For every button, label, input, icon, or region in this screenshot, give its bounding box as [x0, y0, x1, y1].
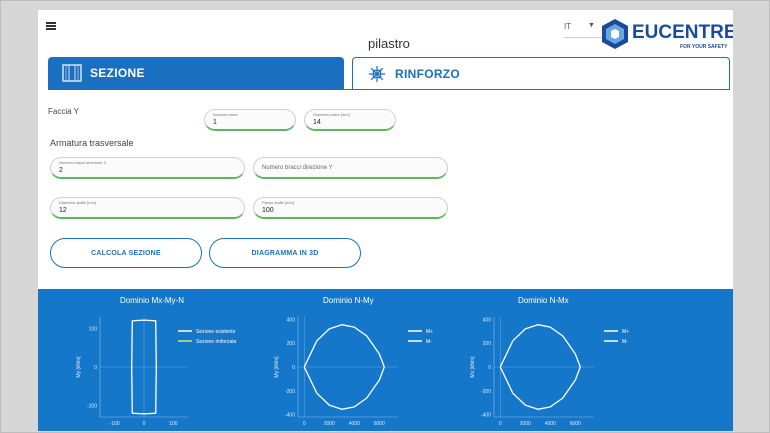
plot-2-legend-label-0: M+ [622, 329, 629, 335]
plot-1-x-tick-label: 0 [303, 421, 306, 427]
plot-1-x-tick-label: 2000 [324, 421, 335, 427]
language-select[interactable]: IT ▼ [564, 22, 602, 38]
diametro-barre-field[interactable]: Diametro barre [mm] 14 [304, 109, 396, 131]
plot-0-legend-label-1: Sezione rinforzata [196, 339, 237, 345]
tab-rinforzo[interactable]: RINFORZO [352, 57, 730, 89]
calcola-sezione-button[interactable]: CALCOLA SEZIONE [50, 238, 202, 268]
diametro-barre-label: Diametro barre [mm] [313, 112, 350, 117]
passo-staffe-label: Passo staffe [mm] [262, 200, 294, 205]
plot-2-y-axis-label: Mx [kNm] [470, 356, 476, 378]
plot-2-series-1-line [499, 366, 581, 410]
plot-0-x-tick-label: 100 [169, 421, 178, 427]
diametro-staffe-label: Diametro staffe [mm] [59, 200, 97, 205]
plot-1-y-tick-label: 200 [287, 341, 296, 347]
plot-0-x-tick-label: 0 [143, 421, 146, 427]
numero-barre-field[interactable]: Numero barre 1 [204, 109, 296, 131]
plot-2-x-tick-label: 4000 [545, 421, 556, 427]
bracci-x-label: Numero bracci direzione X [59, 160, 107, 165]
tab-sezione-label: SEZIONE [90, 66, 145, 80]
diametro-barre-value: 14 [313, 119, 321, 126]
bracci-x-value: 2 [59, 167, 63, 174]
passo-staffe-value: 100 [262, 207, 274, 214]
plot-0-legend-label-0: Sezione esistente [196, 329, 236, 335]
plot-2-y-tick-label: 0 [488, 365, 491, 371]
plot-1-y-tick-label: -400 [285, 413, 295, 419]
plots-panel: Dominio Mx-My-N Dominio N-My Dominio N-M… [38, 289, 733, 431]
eucentre-logo: EUCENTRE FOR YOUR SAFETY [600, 16, 733, 58]
passo-staffe-field[interactable]: Passo staffe [mm] 100 [253, 197, 448, 219]
plot-1-series-0-line [303, 324, 385, 368]
plot-1-y-tick-label: 0 [292, 365, 295, 371]
app-window: pilastro IT ▼ EUCENTRE FOR YOUR SAFETY S… [38, 10, 733, 431]
plot-2-series-0-line [499, 324, 581, 368]
plot-1-x-tick-label: 4000 [349, 421, 360, 427]
diametro-staffe-field[interactable]: Diametro staffe [mm] 12 [50, 197, 245, 219]
bracci-y-placeholder: Numero bracci direzione Y [262, 165, 333, 171]
diagramma-3d-button[interactable]: DIAGRAMMA IN 3D [209, 238, 361, 268]
plot-0-y-tick-label: 0 [94, 365, 97, 371]
bracci-x-field[interactable]: Numero bracci direzione X 2 [50, 157, 245, 179]
plots-svg: -100 0 100 100 0 -100 My [kNm] Sezione esistent… [76, 317, 629, 427]
plot-1-legend-label-1: M- [426, 339, 432, 345]
language-value: IT [564, 22, 572, 31]
plot-2-legend-label-1: M- [622, 339, 628, 345]
numero-barre-value: 1 [213, 119, 217, 126]
plot-2-y-tick-label: -400 [481, 413, 491, 419]
plot-0-y-tick-label: 100 [89, 327, 98, 333]
plot-1-legend-label-0: M+ [426, 329, 433, 335]
diametro-staffe-value: 12 [59, 207, 67, 214]
bracci-y-field[interactable]: Numero bracci direzione Y [253, 157, 448, 179]
page-title: pilastro [368, 36, 410, 51]
plot-0-y-axis-label: My [kNm] [76, 356, 82, 378]
tab-divider [48, 89, 730, 90]
logo-tagline: FOR YOUR SAFETY [680, 44, 728, 50]
plot-1-y-axis-label: My [kNm] [274, 356, 280, 378]
plot-0-y-tick-label: -100 [87, 403, 97, 409]
reinforcement-snowflake-icon [368, 65, 386, 82]
faccia-label: Faccia Y [48, 107, 79, 116]
plot-1-series-1-line [303, 366, 385, 410]
plot-1-x-tick-label: 6000 [374, 421, 385, 427]
hamburger-menu-icon[interactable] [46, 22, 56, 30]
plot-2-y-tick-label: 400 [483, 317, 492, 323]
tab-sezione[interactable]: SEZIONE [48, 57, 344, 89]
section-grid-icon [62, 64, 82, 82]
plot-1-y-tick-label: -200 [285, 389, 295, 395]
numero-barre-label: Numero barre [213, 112, 238, 117]
hexagon-logo-icon [602, 19, 628, 49]
chevron-down-icon: ▼ [588, 22, 595, 29]
plot-2-y-tick-label: -200 [481, 389, 491, 395]
plot-2-x-tick-label: 0 [499, 421, 502, 427]
plot-2-x-tick-label: 6000 [570, 421, 581, 427]
tab-rinforzo-label: RINFORZO [395, 66, 461, 81]
logo-text: EUCENTRE [632, 22, 733, 43]
plot-0-x-tick-label: -100 [110, 421, 120, 427]
plot-1-y-tick-label: 400 [287, 317, 296, 323]
plot-2-y-tick-label: 200 [483, 341, 492, 347]
plot-2-x-tick-label: 2000 [520, 421, 531, 427]
armatura-trasversale-label: Armatura trasversale [50, 138, 134, 148]
